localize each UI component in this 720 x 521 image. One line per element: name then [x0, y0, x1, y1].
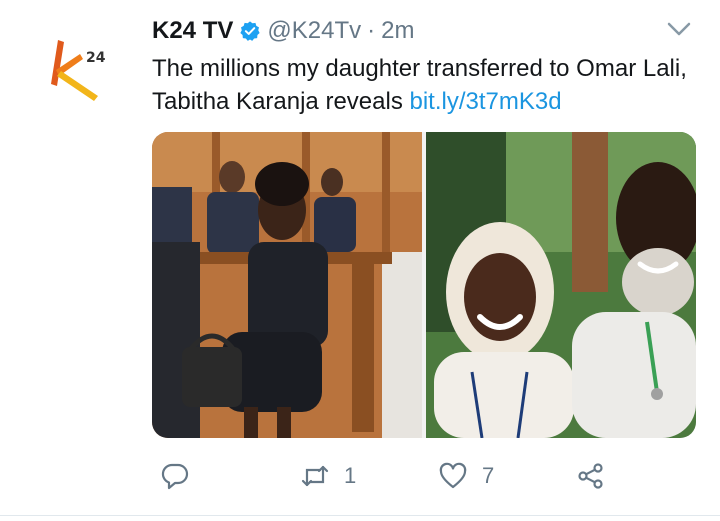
retweet-icon — [301, 465, 329, 487]
tweet-actions: 1 7 — [152, 456, 622, 496]
tweet-media-image[interactable] — [152, 132, 696, 438]
retweet-button[interactable]: 1 — [300, 456, 356, 496]
tweet-header: K24 TV @K24Tv · 2m — [152, 14, 414, 48]
divider — [0, 515, 720, 516]
share-button[interactable] — [576, 456, 606, 496]
verified-badge-icon — [240, 21, 260, 41]
share-icon — [578, 463, 603, 489]
svg-text:24: 24 — [86, 50, 106, 66]
tweet-link[interactable]: bit.ly/3t7mK3d — [409, 88, 561, 115]
like-count: 7 — [482, 463, 495, 488]
author-handle[interactable]: @K24Tv — [267, 17, 361, 45]
like-button[interactable]: 7 — [438, 456, 494, 496]
separator-dot: · — [367, 17, 376, 44]
author-name[interactable]: K24 TV — [152, 17, 233, 45]
chevron-down-icon[interactable] — [664, 18, 694, 40]
tweet-text: The millions my daughter transferred to … — [152, 52, 712, 118]
reply-button[interactable] — [160, 456, 190, 496]
retweet-count: 1 — [344, 463, 357, 488]
media-photo-collage — [152, 132, 696, 438]
reply-icon — [161, 463, 189, 490]
tweet-card[interactable]: 24 K24 TV @K24Tv · 2m The millions my da… — [0, 0, 720, 521]
k24-logo: 24 — [51, 40, 106, 101]
avatar[interactable]: 24 — [40, 30, 120, 110]
timestamp[interactable]: 2m — [381, 17, 414, 45]
heart-icon — [439, 462, 467, 489]
